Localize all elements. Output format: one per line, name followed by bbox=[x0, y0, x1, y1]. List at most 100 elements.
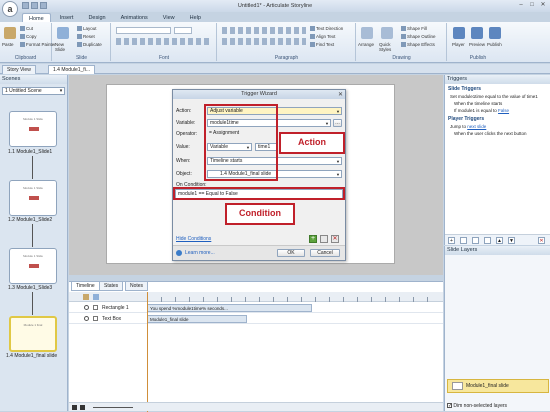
arrange-icon[interactable] bbox=[361, 27, 373, 39]
duplicate-button[interactable]: Duplicate bbox=[77, 42, 102, 48]
timeline-bar[interactable]: You spend %module1time% seconds... bbox=[147, 304, 312, 312]
paragraph-buttons-row1[interactable] bbox=[222, 27, 306, 34]
slide-trigger-action[interactable]: Set module1time equal to the value of ti… bbox=[450, 94, 538, 99]
publish-button[interactable]: Publish bbox=[487, 42, 502, 47]
eye-icon[interactable] bbox=[84, 305, 89, 310]
slide-layers-panel: Slide Layers Module1_final slide ✓ Dim n… bbox=[444, 246, 550, 411]
slide-label-3[interactable]: 1.3 Module1_Slide3 bbox=[8, 285, 52, 291]
paste-button[interactable]: Paste bbox=[2, 42, 14, 47]
lock-icon[interactable] bbox=[93, 294, 99, 300]
minimize-icon[interactable]: – bbox=[517, 2, 525, 9]
copy-icon bbox=[20, 34, 25, 40]
shape-outline-button[interactable]: Shape Outline bbox=[401, 34, 436, 40]
timeline-panel: Timeline States Notes Rectangle 1 You sp… bbox=[69, 281, 443, 412]
new-slide-button[interactable]: New Slide bbox=[55, 42, 73, 52]
slide-label-2[interactable]: 1.2 Module1_Slide2 bbox=[8, 217, 52, 223]
play-icon[interactable] bbox=[72, 405, 77, 410]
font-family-select[interactable] bbox=[116, 27, 171, 34]
align-text-button[interactable]: Align Text bbox=[310, 34, 335, 40]
eye-icon[interactable] bbox=[84, 316, 89, 321]
format-painter-icon bbox=[20, 42, 25, 48]
format-painter-button[interactable]: Format Painter bbox=[20, 42, 56, 48]
tab-notes[interactable]: Notes bbox=[125, 282, 149, 291]
slide-connector bbox=[32, 292, 33, 315]
variable-manager-button[interactable]: … bbox=[333, 119, 342, 127]
action-annotation-label: Action bbox=[298, 137, 326, 147]
dim-layers-row[interactable]: ✓ Dim non-selected layers bbox=[447, 403, 507, 409]
new-slide-icon[interactable] bbox=[57, 27, 69, 39]
slide-thumb-text: Module 1 Slide bbox=[23, 186, 43, 190]
lock-checkbox[interactable] bbox=[93, 305, 98, 310]
preview-icon[interactable] bbox=[471, 27, 483, 39]
slide-thumb-1[interactable]: Module 1 Slide bbox=[9, 111, 57, 147]
quick-styles-button[interactable]: Quick Styles bbox=[379, 42, 397, 52]
edit-condition-icon[interactable] bbox=[320, 235, 328, 243]
copy-label: Copy bbox=[26, 34, 37, 39]
cancel-button[interactable]: Cancel bbox=[310, 249, 340, 257]
find-text-button[interactable]: Find Text bbox=[310, 42, 334, 48]
scene-select[interactable]: 1 Untitled Scene ▾ bbox=[2, 87, 65, 95]
edit-trigger-icon[interactable] bbox=[460, 237, 467, 244]
paragraph-buttons-row2[interactable] bbox=[222, 38, 306, 45]
quick-styles-icon[interactable] bbox=[381, 27, 393, 39]
timeline-row[interactable]: Rectangle 1 You spend %module1time% seco… bbox=[69, 303, 443, 313]
tab-states[interactable]: States bbox=[99, 282, 124, 291]
player-trigger-link[interactable]: next slide bbox=[467, 124, 486, 129]
delete-condition-icon[interactable]: ✕ bbox=[331, 235, 339, 243]
close-icon[interactable]: ✕ bbox=[539, 2, 547, 9]
player-icon[interactable] bbox=[453, 27, 465, 39]
slide-thumb-shape bbox=[29, 264, 39, 268]
font-size-select[interactable] bbox=[174, 27, 192, 34]
paste-icon[interactable] bbox=[4, 27, 16, 39]
slide-thumb-3[interactable]: Module 1 Slide bbox=[9, 248, 57, 284]
slide-label-1[interactable]: 1.1 Module1_Slide1 bbox=[8, 149, 52, 155]
tab-timeline[interactable]: Timeline bbox=[71, 282, 100, 291]
timeline-row[interactable]: Text Box Module1_final slide bbox=[69, 314, 443, 324]
app-logo[interactable]: a bbox=[2, 1, 18, 17]
hide-conditions-link[interactable]: Hide Conditions bbox=[176, 236, 211, 242]
delete-trigger-icon[interactable]: ✕ bbox=[538, 237, 545, 244]
move-up-icon[interactable]: ▲ bbox=[496, 237, 503, 244]
learn-more-link[interactable]: Learn more... bbox=[185, 250, 215, 256]
slide-thumb-shape bbox=[29, 127, 39, 131]
close-icon[interactable]: ✕ bbox=[338, 91, 343, 98]
slide-trigger-condition-link[interactable]: False bbox=[498, 108, 509, 113]
add-condition-icon[interactable]: + bbox=[309, 235, 317, 243]
dim-checkbox[interactable]: ✓ bbox=[447, 403, 452, 409]
timeline-bar[interactable]: Module1_final slide bbox=[147, 315, 247, 323]
ok-button[interactable]: OK bbox=[277, 249, 305, 257]
paste-trigger-icon[interactable] bbox=[484, 237, 491, 244]
zoom-slider[interactable] bbox=[93, 407, 133, 408]
tab-story-view[interactable]: Story View bbox=[2, 65, 36, 74]
maximize-icon[interactable]: □ bbox=[528, 2, 536, 9]
copy-trigger-icon[interactable] bbox=[472, 237, 479, 244]
playhead[interactable] bbox=[147, 292, 148, 412]
tab-current-slide[interactable]: 1.4 Module1_fi... bbox=[48, 65, 95, 74]
layout-button[interactable]: Layout bbox=[77, 26, 97, 32]
font-format-buttons[interactable] bbox=[116, 38, 212, 45]
arrange-button[interactable]: Arrange bbox=[358, 42, 374, 47]
document-tab-bar: Story View 1.4 Module1_fi... bbox=[0, 64, 550, 74]
slide-label-4[interactable]: 1.4 Module1_final slide bbox=[6, 353, 57, 359]
new-trigger-icon[interactable]: + bbox=[448, 237, 455, 244]
duplicate-icon bbox=[77, 42, 82, 48]
move-down-icon[interactable]: ▼ bbox=[508, 237, 515, 244]
player-trigger-action[interactable]: Jump to next slide bbox=[450, 124, 486, 129]
preview-button[interactable]: Preview bbox=[469, 42, 485, 47]
slide-thumb-4[interactable]: Module 1 final bbox=[9, 316, 57, 352]
player-button[interactable]: Player bbox=[452, 42, 465, 47]
shape-fill-button[interactable]: Shape Fill bbox=[401, 26, 427, 32]
lock-checkbox[interactable] bbox=[93, 316, 98, 321]
base-layer-row[interactable]: Module1_final slide bbox=[447, 379, 549, 393]
reset-button[interactable]: Reset bbox=[77, 34, 95, 40]
copy-button[interactable]: Copy bbox=[20, 34, 37, 40]
stop-icon[interactable] bbox=[80, 405, 85, 410]
publish-group: Player Preview Publish Publish bbox=[448, 23, 508, 61]
cut-button[interactable]: Cut bbox=[20, 26, 33, 32]
paragraph-group-label: Paragraph bbox=[274, 55, 299, 61]
publish-icon[interactable] bbox=[489, 27, 501, 39]
slide-thumb-2[interactable]: Module 1 Slide bbox=[9, 180, 57, 216]
app-logo-letter: a bbox=[7, 4, 13, 14]
shape-effects-button[interactable]: Shape Effects bbox=[401, 42, 435, 48]
text-direction-button[interactable]: Text Direction bbox=[310, 26, 343, 32]
